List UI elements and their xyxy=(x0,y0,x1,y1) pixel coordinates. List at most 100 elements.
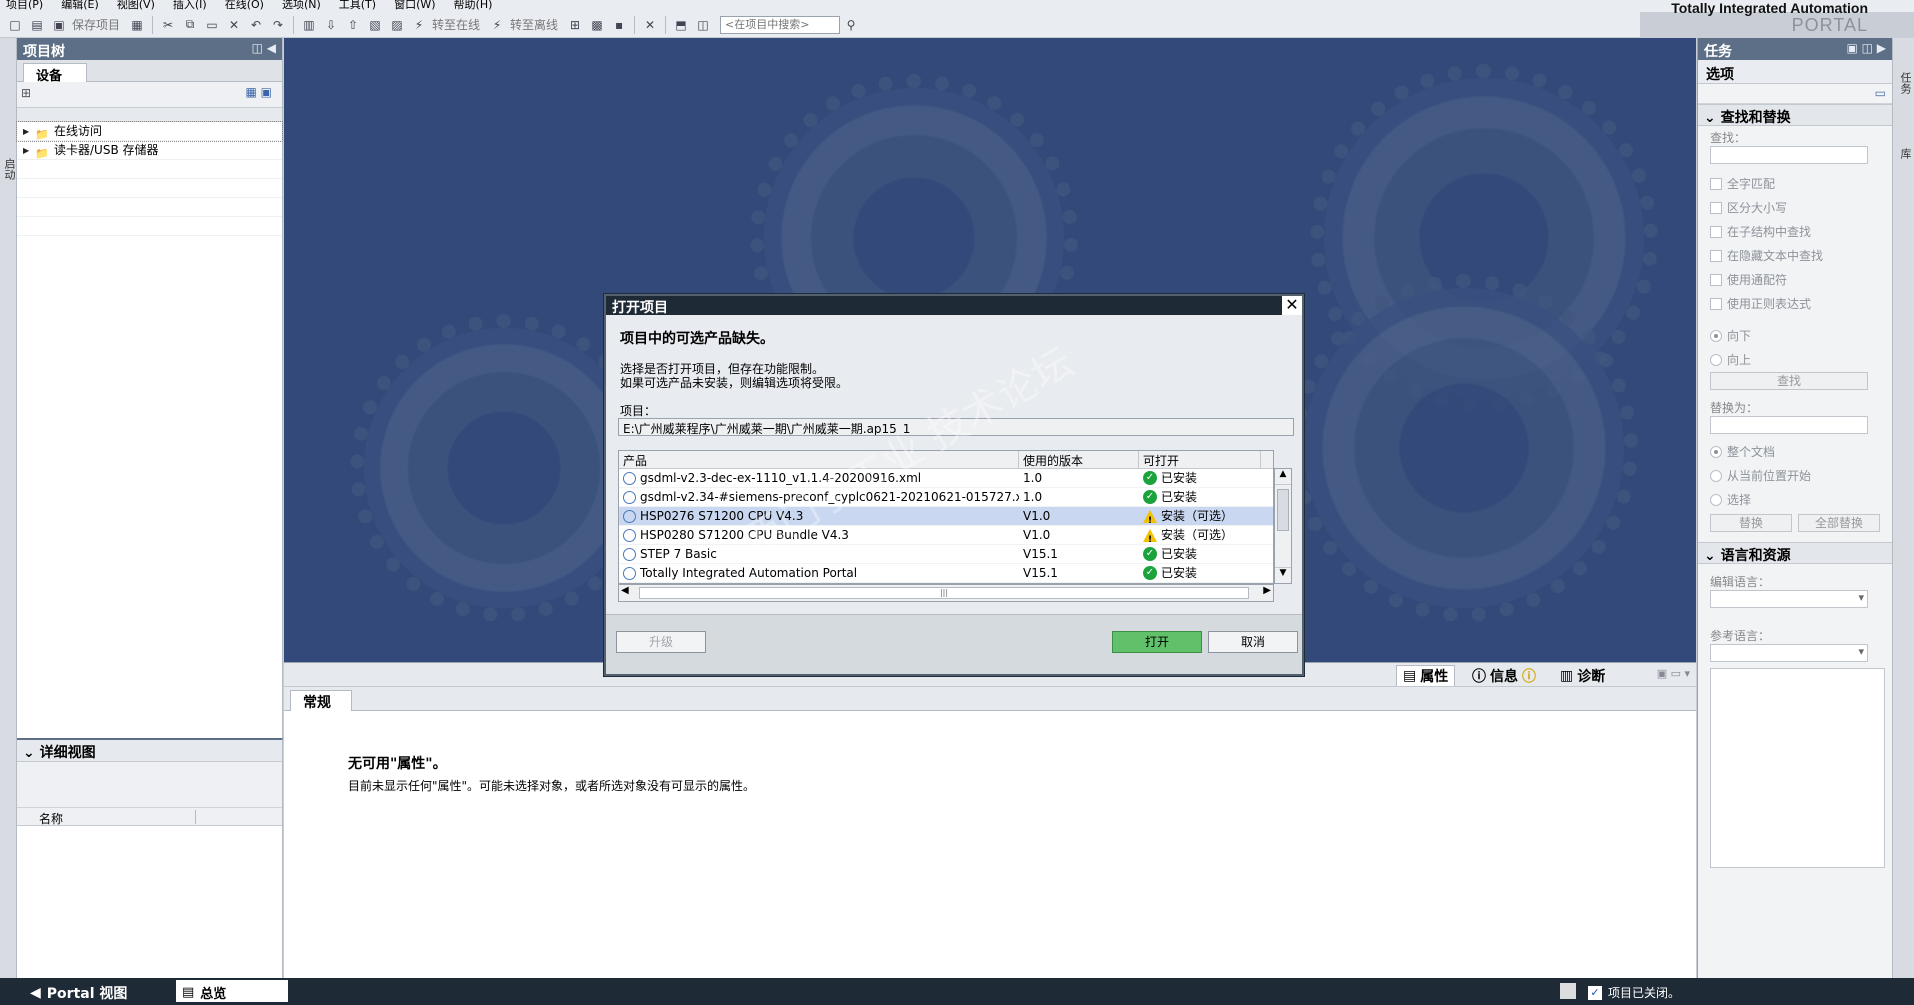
checkbox-icon[interactable] xyxy=(1710,226,1722,238)
go-online-icon[interactable]: ⚡ xyxy=(411,17,427,33)
scroll-up-icon[interactable]: ▲ xyxy=(1275,469,1291,485)
menu-view[interactable]: 视图(V) xyxy=(117,0,155,12)
panel-controls-icon[interactable]: ▣ ◫ ▶ xyxy=(1846,41,1886,55)
close-icon[interactable]: ✕ xyxy=(1282,296,1302,315)
table-row[interactable]: gsdml-v2.3-dec-ex-1110_v1.1.4-20200916.x… xyxy=(619,469,1273,488)
print-icon[interactable]: ▦ xyxy=(129,17,145,33)
tab-general[interactable]: 常规 xyxy=(290,690,352,711)
stop-cpu-icon[interactable]: ▪ xyxy=(611,17,627,33)
hidden-text-checkbox[interactable]: 在隐藏文本中查找 xyxy=(1698,244,1892,268)
split-vertical-icon[interactable]: ◫ xyxy=(695,17,711,33)
languages-section-header[interactable]: ⌄ 语言和资源 xyxy=(1698,542,1892,564)
redo-icon[interactable]: ↷ xyxy=(270,17,286,33)
menu-project[interactable]: 项目(P) xyxy=(6,0,43,12)
go-offline-icon[interactable]: ⚡ xyxy=(489,17,505,33)
radio-icon[interactable] xyxy=(1710,470,1722,482)
cut-icon[interactable]: ✂ xyxy=(160,17,176,33)
open-project-icon[interactable]: ▤ xyxy=(29,17,45,33)
save-icon[interactable]: ▣ xyxy=(51,17,67,33)
table-row[interactable]: HSP0280 S71200 CPU Bundle V4.3 V1.0 安装（可选） xyxy=(619,526,1273,545)
layout-icon[interactable]: ▭ xyxy=(1875,86,1886,100)
save-project-button[interactable]: 保存项目 xyxy=(72,16,120,33)
wildcards-checkbox[interactable]: 使用通配符 xyxy=(1698,268,1892,292)
portal-view-button[interactable]: ◀ Portal 视图 xyxy=(30,983,127,1003)
tree-item-card-reader[interactable]: ▶ 📁 读卡器/USB 存储器 xyxy=(17,141,282,160)
tab-properties[interactable]: ▤ 属性 xyxy=(1396,665,1456,686)
tree-item-online-access[interactable]: ▶ 📁 在线访问 xyxy=(16,121,283,142)
paste-icon[interactable]: ▭ xyxy=(204,17,220,33)
start-tab[interactable]: 启动 xyxy=(1,158,17,180)
copy-icon[interactable]: ⧉ xyxy=(182,17,198,33)
go-offline-button[interactable]: 转至离线 xyxy=(510,16,558,33)
project-search-input[interactable] xyxy=(720,15,841,34)
cancel-button[interactable]: 取消 xyxy=(1208,631,1298,653)
chevron-down-icon[interactable]: ⌄ xyxy=(1704,110,1716,126)
scope-selection-radio[interactable]: 选择 xyxy=(1698,488,1892,512)
overview-button[interactable]: ▤ 总览 xyxy=(176,980,288,1002)
menu-online[interactable]: 在线(O) xyxy=(225,0,264,12)
regex-checkbox[interactable]: 使用正则表达式 xyxy=(1698,292,1892,316)
view-toggle-icon[interactable]: ▦ ▣ xyxy=(246,85,273,99)
go-online-button[interactable]: 转至在线 xyxy=(432,16,480,33)
table-row[interactable]: HSP0276 S71200 CPU V4.3 V1.0 安装（可选） xyxy=(619,507,1273,526)
details-view-header[interactable]: ⌄ 详细视图 xyxy=(17,740,282,762)
radio-icon[interactable] xyxy=(1710,446,1722,458)
reference-language-select[interactable] xyxy=(1710,644,1868,662)
scroll-down-icon[interactable]: ▼ xyxy=(1275,567,1291,583)
chevron-down-icon[interactable]: ⌄ xyxy=(23,745,35,761)
find-button[interactable]: 查找 xyxy=(1710,372,1868,390)
direction-down-radio[interactable]: 向下 xyxy=(1698,324,1892,348)
find-replace-section-header[interactable]: ⌄ 查找和替换 xyxy=(1698,104,1892,126)
table-horizontal-scrollbar[interactable]: ◀ ||| ▶ xyxy=(618,584,1274,602)
scope-from-current-radio[interactable]: 从当前位置开始 xyxy=(1698,464,1892,488)
scroll-right-icon[interactable]: ▶ xyxy=(1263,585,1271,596)
cross-reference-icon[interactable]: ✕ xyxy=(642,17,658,33)
checkbox-icon[interactable] xyxy=(1710,250,1722,262)
new-project-icon[interactable]: □ xyxy=(7,17,23,33)
checkbox-icon[interactable] xyxy=(1710,202,1722,214)
undo-icon[interactable]: ↶ xyxy=(248,17,264,33)
chevron-down-icon[interactable]: ⌄ xyxy=(1704,548,1716,564)
download-icon[interactable]: ⇩ xyxy=(323,17,339,33)
find-input[interactable] xyxy=(1710,146,1868,164)
column-header-name[interactable]: 名称 xyxy=(17,808,282,826)
replace-button[interactable]: 替换 xyxy=(1710,514,1792,532)
simulate-icon[interactable]: ▧ xyxy=(367,17,383,33)
column-header-version[interactable]: 使用的版本 xyxy=(1019,451,1139,468)
menu-help[interactable]: 帮助(H) xyxy=(454,0,493,12)
substructures-checkbox[interactable]: 在子结构中查找 xyxy=(1698,220,1892,244)
scroll-thumb[interactable]: ||| xyxy=(639,587,1249,599)
binoculars-icon[interactable]: ⚲ xyxy=(843,17,859,33)
radio-icon[interactable] xyxy=(1710,330,1722,342)
menu-insert[interactable]: 插入(I) xyxy=(173,0,207,12)
libraries-side-tab[interactable]: 库 xyxy=(1897,148,1913,159)
tab-devices[interactable]: 设备 xyxy=(23,63,87,84)
column-header-product[interactable]: 产品 xyxy=(619,451,1019,468)
radio-icon[interactable] xyxy=(1710,354,1722,366)
split-horizontal-icon[interactable]: ⬒ xyxy=(673,17,689,33)
start-cpu-icon[interactable]: ▩ xyxy=(589,17,605,33)
direction-up-radio[interactable]: 向上 xyxy=(1698,348,1892,372)
whole-word-checkbox[interactable]: 全字匹配 xyxy=(1698,172,1892,196)
checkbox-icon[interactable] xyxy=(1710,274,1722,286)
add-device-icon[interactable]: ⊞ xyxy=(21,86,31,100)
scope-whole-document-radio[interactable]: 整个文档 xyxy=(1698,440,1892,464)
menu-options[interactable]: 选项(N) xyxy=(282,0,321,12)
tab-diagnostics[interactable]: ▥ 诊断 xyxy=(1554,665,1611,686)
replace-input[interactable] xyxy=(1710,416,1868,434)
start-simulation-icon[interactable]: ▨ xyxy=(389,17,405,33)
table-row[interactable]: STEP 7 Basic V15.1 ✓ 已安装 xyxy=(619,545,1273,564)
match-case-checkbox[interactable]: 区分大小写 xyxy=(1698,196,1892,220)
accessible-devices-icon[interactable]: ⊞ xyxy=(567,17,583,33)
expand-arrow-icon[interactable]: ▶ xyxy=(23,122,35,141)
expand-arrow-icon[interactable]: ▶ xyxy=(23,141,35,160)
column-header-openable[interactable]: 可打开 xyxy=(1139,451,1261,468)
delete-icon[interactable]: ✕ xyxy=(226,17,242,33)
compile-icon[interactable]: ▥ xyxy=(301,17,317,33)
edit-language-select[interactable] xyxy=(1710,590,1868,608)
scroll-thumb[interactable] xyxy=(1277,489,1289,531)
radio-icon[interactable] xyxy=(1710,494,1722,506)
table-vertical-scrollbar[interactable]: ▲ ▼ xyxy=(1274,468,1292,584)
status-panel-icon[interactable] xyxy=(1560,983,1576,999)
table-row[interactable]: gsdml-v2.34-#siemens-preconf_cyplc0621-2… xyxy=(619,488,1273,507)
